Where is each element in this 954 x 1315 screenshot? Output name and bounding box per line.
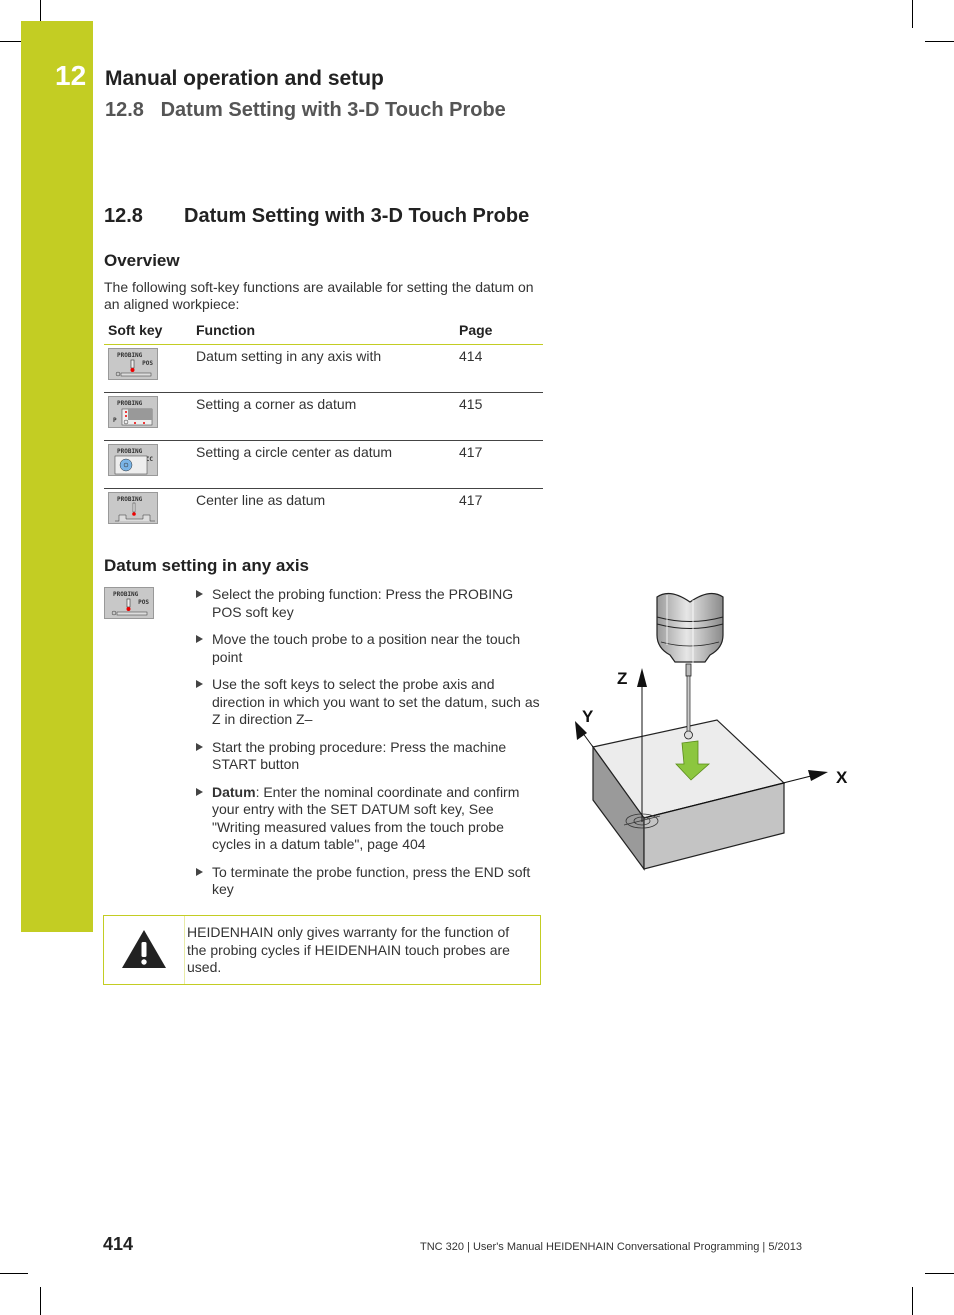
table-row: PROBING CC Setting a circle center as da… — [104, 440, 543, 489]
overview-heading: Overview — [104, 251, 180, 270]
probing-corner-icon — [121, 408, 153, 426]
probing-circle-center-softkey[interactable]: PROBING CC — [108, 444, 158, 476]
bullet-triangle-icon — [196, 787, 203, 796]
step-item: Use the soft keys to select the probe ax… — [192, 676, 544, 729]
softkey-table: Soft key Function Page PROBING POS Datum… — [104, 318, 543, 536]
crop-mark — [925, 41, 954, 42]
section-number: 12.8 — [104, 205, 143, 227]
column-header: Soft key — [104, 318, 192, 345]
table-row: PROBING POS Datum setting in any axis wi… — [104, 344, 543, 393]
page-cell: 415 — [455, 392, 543, 441]
touch-probe-illustration: Z Y X — [575, 592, 848, 871]
bullet-triangle-icon — [196, 680, 203, 688]
crop-mark — [925, 1273, 954, 1274]
footer-text: TNC 320 | User's Manual HEIDENHAIN Conve… — [420, 1241, 802, 1253]
warning-text: HEIDENHAIN only gives warranty for the f… — [187, 924, 510, 975]
step-item: Move the touch probe to a position near … — [192, 631, 544, 666]
procedure-steps: Select the probing function: Press the P… — [192, 586, 544, 909]
page-cell: 417 — [459, 492, 483, 508]
crop-mark — [0, 41, 21, 42]
column-header: Function — [192, 318, 455, 345]
y-axis-label: Y — [582, 707, 594, 726]
probing-pos-softkey[interactable]: PROBING POS — [108, 348, 158, 380]
bullet-triangle-icon — [196, 742, 203, 751]
page-cell: 417 — [455, 440, 543, 489]
warning-divider — [184, 916, 185, 984]
probing-circle-center-icon — [114, 455, 148, 475]
step-item: Start the probing procedure: Press the m… — [192, 739, 544, 774]
x-axis-label: X — [836, 768, 848, 787]
function-cell: Setting a circle center as datum — [192, 440, 455, 489]
page-number: 414 — [103, 1234, 134, 1254]
table-row: PROBING P Setting a corner as datum 415 — [104, 392, 543, 441]
function-cell: Datum setting in any axis with — [192, 344, 455, 393]
column-header: Page — [455, 318, 543, 345]
probing-pos-icon — [111, 598, 148, 616]
section-title-text: Datum Setting with 3-D Touch Probe — [184, 205, 530, 227]
x-axis-arrow-icon — [808, 770, 828, 781]
step-item: Select the probing function: Press the P… — [192, 586, 544, 621]
chapter-tab — [21, 21, 93, 932]
function-cell: Center line as datum — [196, 492, 326, 508]
probing-corner-softkey[interactable]: PROBING P — [108, 396, 158, 428]
overview-intro: The following soft-key functions are ava… — [104, 279, 534, 312]
probing-center-line-icon — [115, 502, 155, 522]
bullet-triangle-icon — [196, 635, 203, 643]
crop-mark — [912, 0, 913, 28]
crop-mark — [0, 1273, 28, 1274]
touch-probe-icon — [656, 592, 724, 740]
datum-any-axis-heading: Datum setting in any axis — [104, 556, 309, 575]
crop-mark — [912, 1287, 913, 1315]
crop-mark — [40, 1287, 41, 1315]
function-cell: Setting a corner as datum — [192, 392, 455, 441]
z-axis-arrow-icon — [637, 668, 647, 687]
table-row: PROBING Center line as datum 417 — [104, 489, 543, 537]
page-cell: 414 — [455, 344, 543, 393]
chapter-number: 12 — [55, 60, 87, 91]
probing-pos-softkey[interactable]: PROBING POS — [104, 587, 154, 619]
running-header-section: 12.8 Datum Setting with 3-D Touch Probe — [105, 99, 506, 121]
probing-pos-icon — [115, 359, 152, 377]
step-item: To terminate the probe function, press t… — [192, 864, 544, 899]
section-title: 12.8 Datum Setting with 3-D Touch Probe — [104, 205, 529, 228]
table-header-row: Soft key Function Page — [104, 318, 543, 345]
warning-note: HEIDENHAIN only gives warranty for the f… — [103, 915, 541, 985]
step-item: Datum: Enter the nominal coordinate and … — [192, 784, 544, 854]
bullet-triangle-icon — [196, 590, 203, 598]
bullet-triangle-icon — [196, 867, 203, 876]
warning-icon — [122, 930, 166, 968]
running-header-chapter-title: Manual operation and setup — [105, 67, 384, 90]
probing-center-line-softkey[interactable]: PROBING — [108, 492, 158, 524]
z-axis-label: Z — [617, 669, 627, 688]
